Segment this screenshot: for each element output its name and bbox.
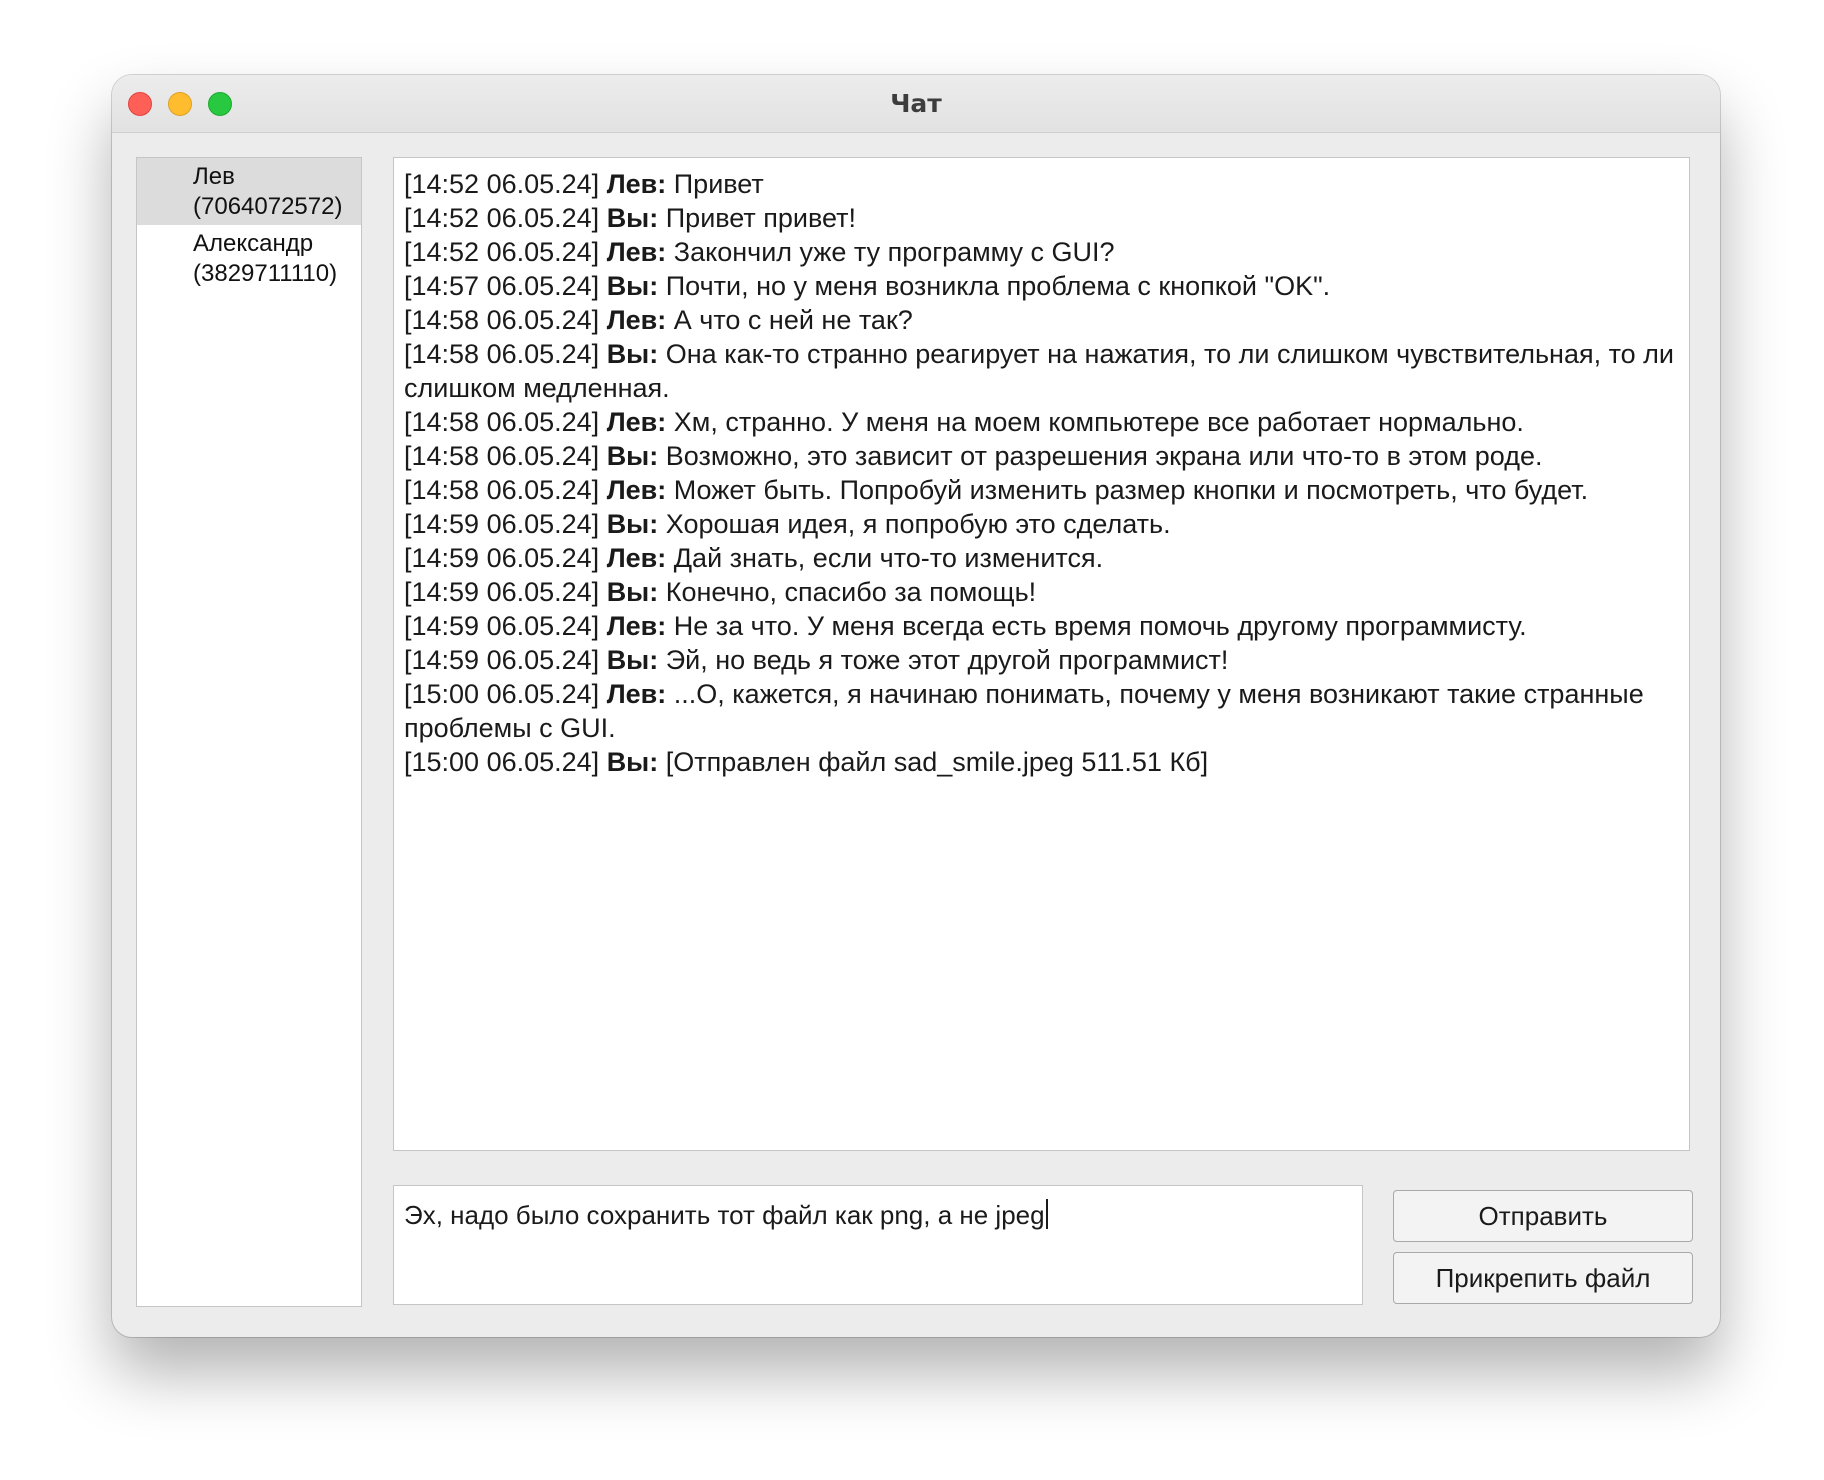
contact-name: Лев [193,163,235,190]
message-text: Может быть. Попробуй изменить размер кно… [673,475,1589,505]
message-input[interactable]: Эх, надо было сохранить тот файл как png… [393,1185,1363,1305]
message-text: Привет привет! [665,203,857,233]
message-sender: Вы: [606,441,659,471]
chat-message: [15:00 06.05.24] Лев: ...О, кажется, я н… [404,677,1679,745]
message-sender: Вы: [606,339,659,369]
message-text: Не за что. У меня всегда есть время помо… [673,611,1527,641]
chat-message: [14:58 06.05.24] Лев: А что с ней не так… [404,303,1679,337]
message-text: Возможно, это зависит от разрешения экра… [665,441,1543,471]
message-timestamp: [14:59 06.05.24] [404,611,600,641]
chat-message: [14:59 06.05.24] Лев: Дай знать, если чт… [404,541,1679,575]
message-timestamp: [14:59 06.05.24] [404,509,600,539]
message-sender: Лев: [606,237,667,267]
chat-message: [14:58 06.05.24] Вы: Она как-то странно … [404,337,1679,405]
message-sender: Лев: [606,169,667,199]
message-timestamp: [14:52 06.05.24] [404,203,600,233]
message-text: Эй, но ведь я тоже этот другой программи… [665,645,1229,675]
text-caret [1045,1199,1048,1229]
message-text: Привет [673,169,764,199]
message-text: Дай знать, если что-то изменится. [673,543,1104,573]
message-text: [Отправлен файл sad_smile.jpeg 511.51 Кб… [665,747,1209,777]
title-bar: Чат [112,75,1720,133]
chat-message: [14:59 06.05.24] Вы: Конечно, спасибо за… [404,575,1679,609]
message-timestamp: [15:00 06.05.24] [404,747,600,777]
message-timestamp: [15:00 06.05.24] [404,679,600,709]
contact-list[interactable]: Лев (7064072572) Александр (3829711110) [136,157,362,1307]
chat-message: [14:52 06.05.24] Вы: Привет привет! [404,201,1679,235]
chat-message: [14:52 06.05.24] Лев: Закончил уже ту пр… [404,235,1679,269]
message-timestamp: [14:52 06.05.24] [404,169,600,199]
chat-message: [14:59 06.05.24] Лев: Не за что. У меня … [404,609,1679,643]
chat-message: [14:58 06.05.24] Лев: Хм, странно. У мен… [404,405,1679,439]
message-timestamp: [14:59 06.05.24] [404,577,600,607]
message-sender: Вы: [606,271,659,301]
send-button[interactable]: Отправить [1393,1190,1693,1242]
message-sender: Лев: [606,543,667,573]
contact-id: (3829711110) [193,260,338,287]
message-sender: Лев: [606,679,667,709]
message-sender: Лев: [606,475,667,505]
message-timestamp: [14:58 06.05.24] [404,475,600,505]
message-timestamp: [14:58 06.05.24] [404,407,600,437]
message-timestamp: [14:58 06.05.24] [404,305,600,335]
contact-id: (7064072572) [193,193,343,220]
message-text: Почти, но у меня возникла проблема с кно… [665,271,1331,301]
message-timestamp: [14:52 06.05.24] [404,237,600,267]
contact-item-lev[interactable]: Лев (7064072572) [137,158,361,225]
chat-message: [15:00 06.05.24] Вы: [Отправлен файл sad… [404,745,1679,779]
chat-window: Чат Лев (7064072572) Александр (38297111… [112,75,1720,1337]
message-sender: Вы: [606,509,659,539]
contact-item-aleksandr[interactable]: Александр (3829711110) [137,225,361,292]
chat-message: [14:58 06.05.24] Лев: Может быть. Попроб… [404,473,1679,507]
chat-message: [14:59 06.05.24] Вы: Хорошая идея, я поп… [404,507,1679,541]
message-sender: Вы: [606,203,659,233]
window-title: Чат [890,89,942,118]
message-text: Хорошая идея, я попробую это сделать. [665,509,1171,539]
message-timestamp: [14:59 06.05.24] [404,543,600,573]
message-history: [14:52 06.05.24] Лев: Привет [14:52 06.05… [393,157,1690,1151]
message-text: А что с ней не так? [673,305,913,335]
message-input-text: Эх, надо было сохранить тот файл как png… [404,1200,1045,1230]
message-timestamp: [14:57 06.05.24] [404,271,600,301]
attach-file-button[interactable]: Прикрепить файл [1393,1252,1693,1304]
message-sender: Вы: [606,645,659,675]
chat-message: [14:52 06.05.24] Лев: Привет [404,167,1679,201]
message-text: Конечно, спасибо за помощь! [665,577,1037,607]
message-timestamp: [14:58 06.05.24] [404,441,600,471]
message-text: Хм, странно. У меня на моем компьютере в… [673,407,1524,437]
message-sender: Вы: [606,577,659,607]
chat-message: [14:58 06.05.24] Вы: Возможно, это завис… [404,439,1679,473]
message-sender: Лев: [606,407,667,437]
message-sender: Лев: [606,305,667,335]
message-text: Закончил уже ту программу с GUI? [673,237,1115,267]
chat-message: [14:57 06.05.24] Вы: Почти, но у меня во… [404,269,1679,303]
contact-name: Александр [193,230,314,257]
message-sender: Вы: [606,747,659,777]
message-timestamp: [14:58 06.05.24] [404,339,600,369]
chat-message: [14:59 06.05.24] Вы: Эй, но ведь я тоже … [404,643,1679,677]
message-sender: Лев: [606,611,667,641]
message-timestamp: [14:59 06.05.24] [404,645,600,675]
